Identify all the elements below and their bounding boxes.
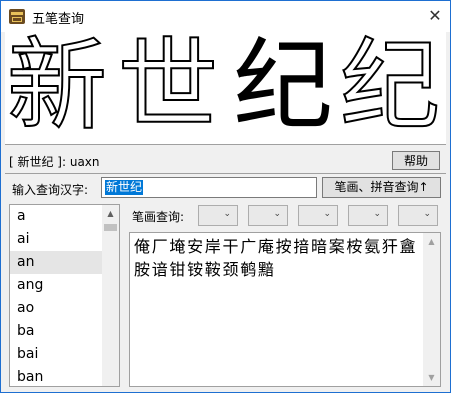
pinyin-item[interactable]: ang <box>10 274 104 297</box>
banner-glyph: 新 <box>6 32 108 144</box>
results-scrollbar[interactable]: ▲ ▼ <box>423 233 440 386</box>
chevron-down-icon: ⌄ <box>423 209 431 219</box>
pinyin-item[interactable]: ban <box>10 366 104 386</box>
banner-glyph: 纪 <box>339 32 441 144</box>
chevron-down-icon: ⌄ <box>273 209 281 219</box>
stroke-dropdown-5[interactable]: ⌄ <box>398 205 438 226</box>
window-title: 五笔查询 <box>32 12 85 27</box>
scroll-thumb[interactable] <box>104 224 117 231</box>
stroke-dropdown-4[interactable]: ⌄ <box>348 205 388 226</box>
pinyin-items: a ai an ang ao ba bai ban <box>10 205 104 386</box>
character-input-value: 新世纪 <box>105 180 144 195</box>
results-text: 俺厂埯安岸干广庵按揞暗案桉氨犴盦胺谙钳铵鞍颈鹌黯 <box>134 237 418 279</box>
scroll-up-icon[interactable]: ▲ <box>102 205 119 222</box>
results-box[interactable]: 俺厂埯安岸干广庵按揞暗案桉氨犴盦胺谙钳铵鞍颈鹌黯 ▲ ▼ <box>129 232 441 387</box>
chevron-down-icon: ⌄ <box>323 209 331 219</box>
pinyin-item[interactable]: a <box>10 205 104 228</box>
scroll-down-icon[interactable]: ▼ <box>423 369 440 386</box>
app-icon <box>9 9 25 24</box>
character-input[interactable]: 新世纪 <box>101 177 317 198</box>
stroke-search-label: 笔画查询: <box>132 210 185 224</box>
pinyin-item[interactable]: ai <box>10 228 104 251</box>
stroke-pinyin-search-button[interactable]: 笔画、拼音查询↑ <box>322 177 441 198</box>
pinyin-list[interactable]: a ai an ang ao ba bai ban ▲ <box>9 204 120 387</box>
banner-glyph: 纪 <box>233 32 333 144</box>
pinyin-item[interactable]: bai <box>10 343 104 366</box>
pinyin-item[interactable]: ao <box>10 297 104 320</box>
chevron-down-icon: ⌄ <box>373 209 381 219</box>
divider <box>5 173 446 174</box>
input-label: 输入查询汉字: <box>12 183 89 197</box>
stroke-dropdown-3[interactable]: ⌄ <box>298 205 338 226</box>
wubi-code-result: [ 新世纪 ]: uaxn <box>9 155 100 169</box>
calligraphy-banner: 新 世 纪 纪 <box>5 32 446 145</box>
stroke-dropdown-2[interactable]: ⌄ <box>248 205 288 226</box>
app-window: 五笔查询 ✕ 新 世 纪 纪 [ 新世纪 ]: uaxn 帮助 输入查询汉字: … <box>0 0 451 393</box>
chevron-down-icon: ⌄ <box>223 209 231 219</box>
scroll-up-icon[interactable]: ▲ <box>423 233 440 250</box>
stroke-dropdown-1[interactable]: ⌄ <box>198 205 238 226</box>
title-bar: 五笔查询 ✕ <box>1 1 450 32</box>
help-button[interactable]: 帮助 <box>392 151 440 170</box>
pinyin-scrollbar[interactable]: ▲ <box>102 205 119 386</box>
pinyin-item[interactable]: ba <box>10 320 104 343</box>
close-button[interactable]: ✕ <box>420 1 450 31</box>
banner-glyph: 世 <box>117 32 219 144</box>
pinyin-item-selected[interactable]: an <box>10 251 104 274</box>
